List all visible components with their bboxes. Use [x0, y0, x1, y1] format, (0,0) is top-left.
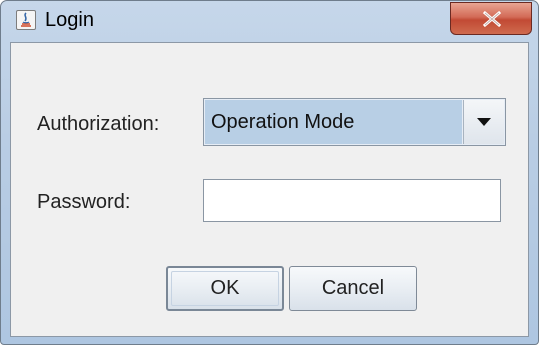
authorization-value-text: Operation Mode [211, 111, 355, 133]
authorization-label: Authorization: [37, 113, 160, 135]
ok-button[interactable]: OK [166, 266, 284, 311]
dialog-content: Authorization: Operation Mode Password: … [10, 42, 529, 337]
window-title: Login [45, 9, 94, 31]
close-button[interactable] [450, 2, 532, 35]
login-dialog: Login Authorization: Operation Mode Pass… [0, 0, 539, 345]
java-app-icon [16, 10, 36, 30]
cancel-label: Cancel [321, 277, 385, 299]
ok-focus-ring [171, 271, 279, 306]
password-label: Password: [37, 191, 131, 213]
authorization-dropdown[interactable]: Operation Mode [203, 98, 506, 146]
title-bar[interactable]: Login [1, 1, 538, 41]
dropdown-arrow-button[interactable] [463, 100, 504, 144]
close-icon [482, 11, 502, 27]
authorization-selected-value[interactable]: Operation Mode [205, 100, 462, 144]
cancel-button[interactable]: Cancel [289, 266, 417, 311]
chevron-down-icon [477, 118, 491, 126]
password-field[interactable] [203, 179, 501, 222]
